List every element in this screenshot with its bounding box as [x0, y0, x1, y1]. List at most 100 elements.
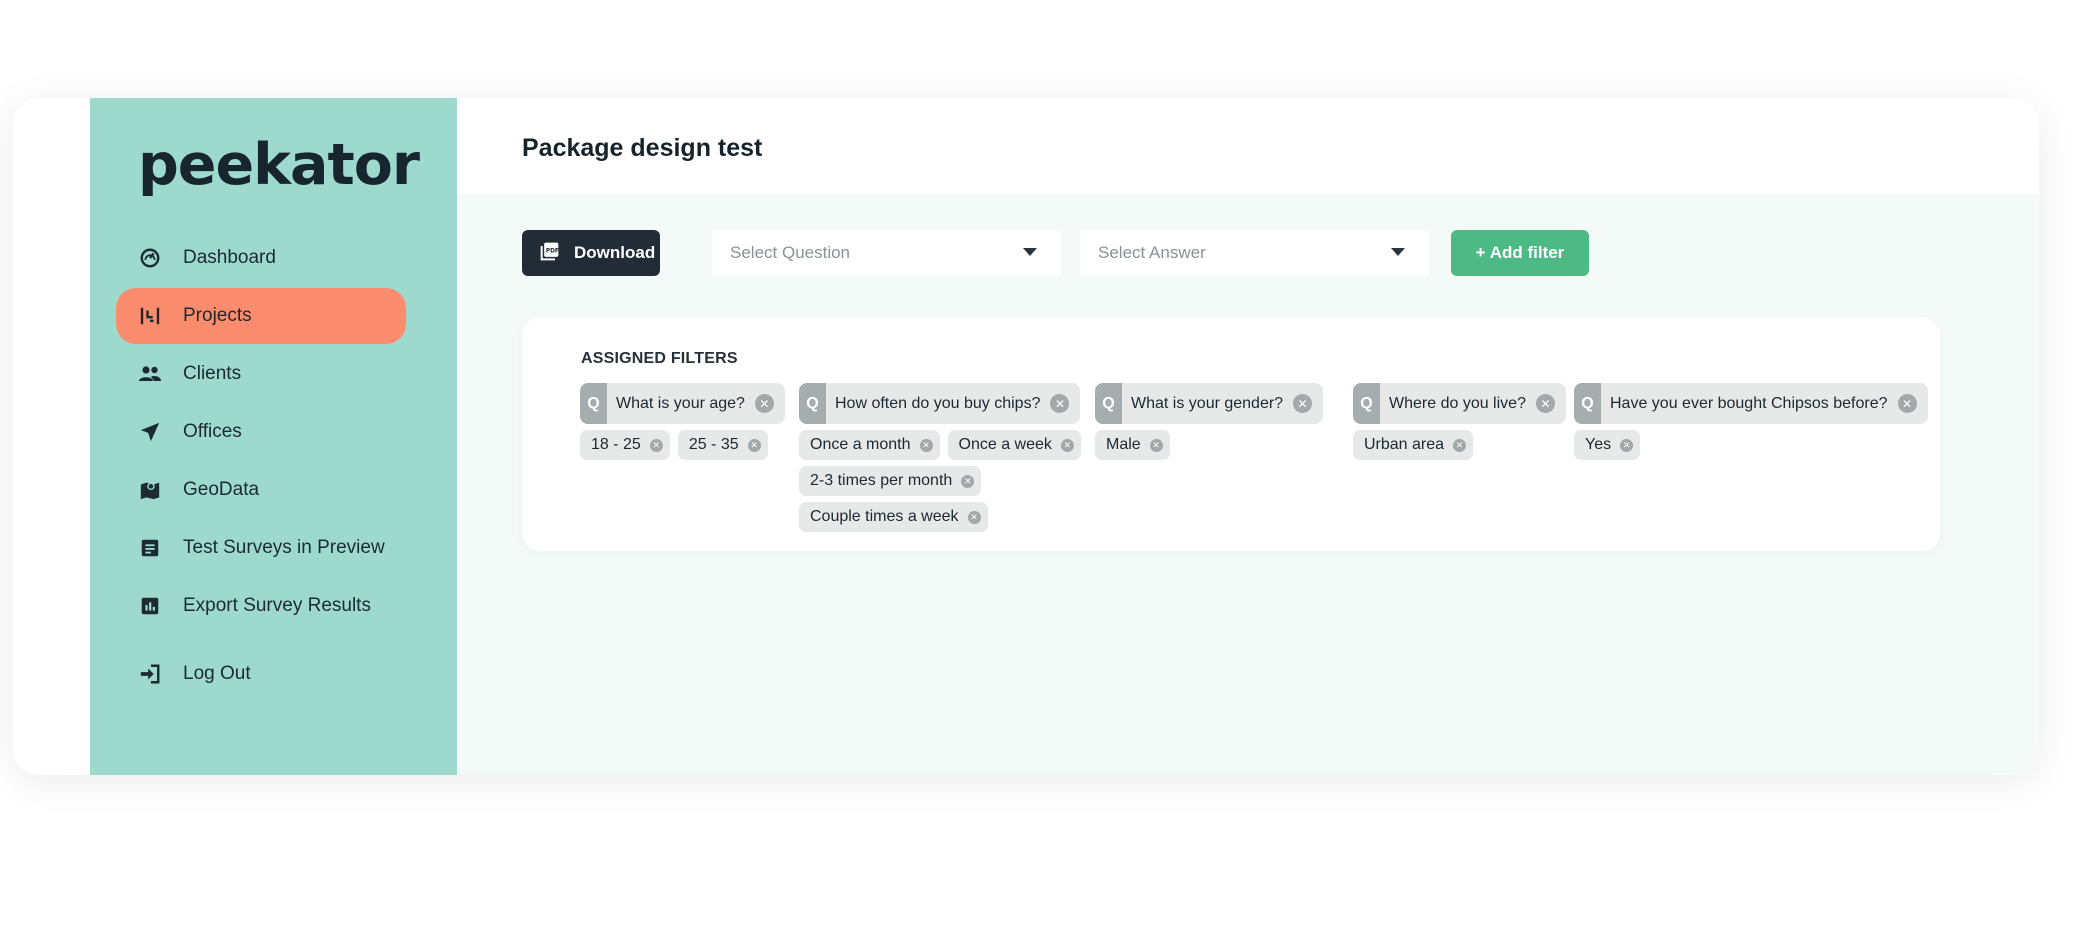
- app-window: peekator Dashboard Projects Clients Offi…: [13, 98, 2039, 775]
- page-header: Package design test: [457, 98, 2039, 194]
- question-badge: Q: [799, 383, 826, 424]
- logout-label: Log Out: [183, 663, 251, 684]
- remove-question-icon[interactable]: ✕: [1897, 394, 1917, 413]
- answer-text: 18 - 25: [591, 436, 641, 453]
- answer-list: Male ✕: [1095, 430, 1351, 460]
- answer-list: 18 - 25 ✕ 25 - 35 ✕: [580, 430, 790, 460]
- answer-list: Once a month ✕ Once a week ✕ 2-3 times per…: [799, 430, 1095, 532]
- remove-answer-icon[interactable]: ✕: [961, 474, 975, 488]
- download-label: Download: [574, 243, 656, 262]
- logo: peekator: [138, 132, 420, 198]
- answer-list: Yes ✕: [1574, 430, 1924, 460]
- remove-question-icon[interactable]: ✕: [1535, 394, 1555, 413]
- assigned-filters-title: ASSIGNED FILTERS: [581, 350, 738, 367]
- sidebar-item-test-surveys[interactable]: Test Surveys in Preview: [116, 520, 406, 576]
- sidebar-item-label: Export Survey Results: [183, 595, 371, 616]
- answer-chip: Urban area ✕: [1353, 430, 1474, 460]
- pdf-icon: PDF: [540, 241, 560, 266]
- question-chip: Q What is your gender? ✕: [1095, 383, 1324, 424]
- question-badge: Q: [580, 383, 607, 424]
- filter-group: Q What is your gender? ✕ Male ✕: [1095, 383, 1351, 460]
- sidebar-item-geodata[interactable]: GeoData: [116, 462, 406, 518]
- remove-answer-icon[interactable]: ✕: [1620, 438, 1634, 452]
- remove-question-icon[interactable]: ✕: [1293, 394, 1313, 413]
- sidebar-item-label: Projects: [183, 305, 252, 326]
- question-chip: Q Where do you live? ✕: [1353, 383, 1566, 424]
- remove-question-icon[interactable]: ✕: [754, 394, 774, 413]
- page-title: Package design test: [522, 134, 763, 162]
- dashboard-icon: [138, 246, 162, 270]
- answer-chip: 18 - 25 ✕: [580, 430, 670, 460]
- remove-answer-icon[interactable]: ✕: [1060, 438, 1074, 452]
- answer-text: Male: [1106, 436, 1141, 453]
- question-badge: Q: [1574, 383, 1601, 424]
- answer-select[interactable]: Select Answer: [1080, 230, 1429, 276]
- question-text: How often do you buy chips?: [835, 394, 1041, 412]
- question-select[interactable]: Select Question: [712, 230, 1061, 276]
- map-pin-icon: [138, 478, 162, 502]
- remove-answer-icon[interactable]: ✕: [747, 438, 761, 452]
- answer-chip: Couple times a week ✕: [799, 502, 988, 532]
- remove-answer-icon[interactable]: ✕: [919, 438, 933, 452]
- answer-chip: Once a month ✕: [799, 430, 940, 460]
- remove-answer-icon[interactable]: ✕: [1453, 438, 1467, 452]
- chevron-down-icon: [1023, 248, 1037, 256]
- question-chip: Q Have you ever bought Chipsos before? ✕: [1574, 383, 1928, 424]
- answer-text: Yes: [1585, 436, 1612, 453]
- bar-chart-icon: [138, 594, 162, 618]
- answer-select-placeholder: Select Answer: [1098, 243, 1206, 262]
- main-content: Package design test PDF Download Select …: [457, 98, 2039, 775]
- answer-text: Couple times a week: [810, 508, 959, 525]
- navigation-arrow-icon: [138, 420, 162, 444]
- filter-toolbar: PDF Download Select Question Select Answ…: [522, 230, 1722, 276]
- sidebar-item-label: Clients: [183, 363, 242, 384]
- answer-text: Urban area: [1364, 436, 1445, 453]
- sidebar: peekator Dashboard Projects Clients Offi…: [90, 98, 457, 775]
- document-icon: [138, 536, 162, 560]
- answer-chip: Yes ✕: [1574, 430, 1641, 460]
- filter-group: Q How often do you buy chips? ✕ Once a m…: [799, 383, 1095, 532]
- sidebar-item-label: Offices: [183, 421, 242, 442]
- filter-group: Q What is your age? ✕ 18 - 25 ✕ 25 - 35 ✕: [580, 383, 790, 460]
- remove-answer-icon[interactable]: ✕: [967, 510, 981, 524]
- clients-icon: [138, 362, 162, 386]
- question-text: What is your age?: [616, 394, 745, 412]
- sidebar-item-label: GeoData: [183, 479, 260, 500]
- filter-group: Q Have you ever bought Chipsos before? ✕…: [1574, 383, 1928, 460]
- question-chip: Q What is your age? ✕: [580, 383, 785, 424]
- answer-text: 25 - 35: [688, 436, 739, 453]
- sidebar-item-projects[interactable]: Projects: [116, 288, 406, 344]
- download-button[interactable]: PDF Download: [522, 230, 660, 276]
- sidebar-item-label: Dashboard: [183, 247, 276, 268]
- sidebar-item-label: Test Surveys in Preview: [183, 537, 385, 558]
- filter-group: Q Where do you live? ✕ Urban area ✕: [1353, 383, 1573, 460]
- assigned-filters-card: ASSIGNED FILTERS Q What is your age? ✕ 1…: [522, 317, 1940, 551]
- answer-text: Once a month: [810, 436, 911, 453]
- question-select-placeholder: Select Question: [730, 243, 851, 262]
- sidebar-item-clients[interactable]: Clients: [116, 346, 406, 402]
- logout-button[interactable]: Log Out: [116, 646, 406, 702]
- logout-icon: [138, 662, 162, 686]
- question-badge: Q: [1095, 383, 1122, 424]
- sidebar-item-offices[interactable]: Offices: [116, 404, 406, 460]
- answer-text: Once a week: [958, 436, 1052, 453]
- add-filter-button[interactable]: + Add filter: [1451, 230, 1589, 276]
- chevron-down-icon: [1391, 248, 1405, 256]
- sidebar-item-dashboard[interactable]: Dashboard: [116, 230, 406, 286]
- answer-text: 2-3 times per month: [810, 472, 953, 489]
- answer-list: Urban area ✕: [1353, 430, 1573, 460]
- question-chip: Q How often do you buy chips? ✕: [799, 383, 1081, 424]
- question-text: What is your gender?: [1131, 394, 1284, 412]
- question-text: Where do you live?: [1389, 394, 1526, 412]
- remove-question-icon[interactable]: ✕: [1050, 394, 1070, 413]
- answer-chip: Male ✕: [1095, 430, 1170, 460]
- logout-section: Log Out: [116, 646, 406, 704]
- sidebar-item-export-results[interactable]: Export Survey Results: [116, 578, 406, 634]
- answer-chip: 2-3 times per month ✕: [799, 466, 982, 496]
- question-text: Have you ever bought Chipsos before?: [1610, 394, 1888, 412]
- projects-icon: [138, 304, 162, 328]
- answer-chip: Once a week ✕: [947, 430, 1081, 460]
- remove-answer-icon[interactable]: ✕: [649, 438, 663, 452]
- remove-answer-icon[interactable]: ✕: [1149, 438, 1163, 452]
- svg-text:PDF: PDF: [546, 248, 559, 254]
